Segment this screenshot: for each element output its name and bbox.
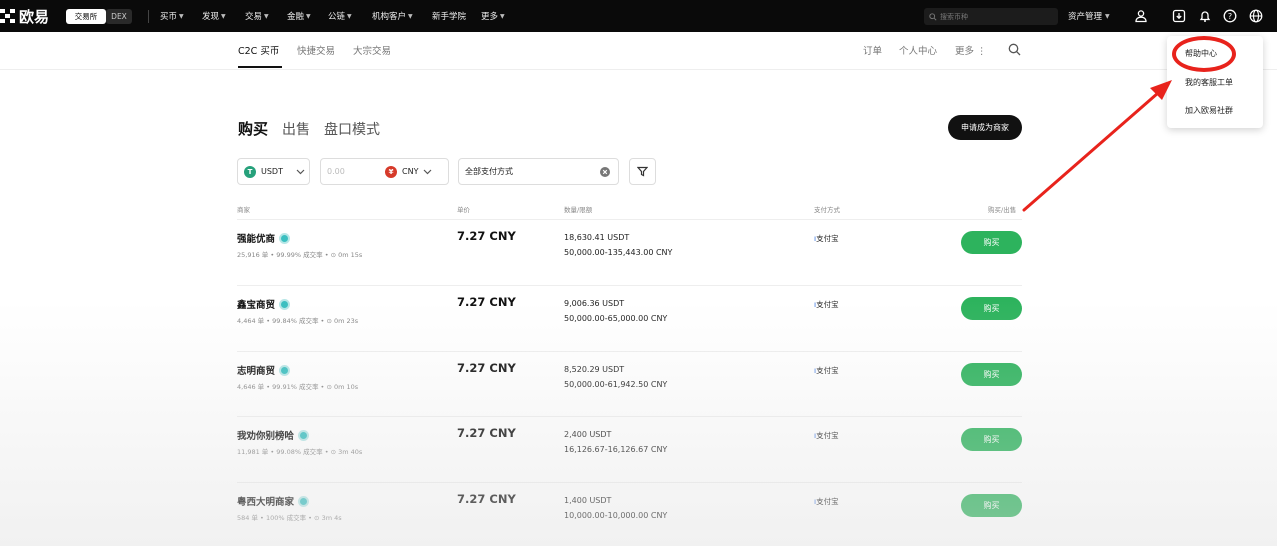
annotation-arrow (1022, 80, 1172, 212)
